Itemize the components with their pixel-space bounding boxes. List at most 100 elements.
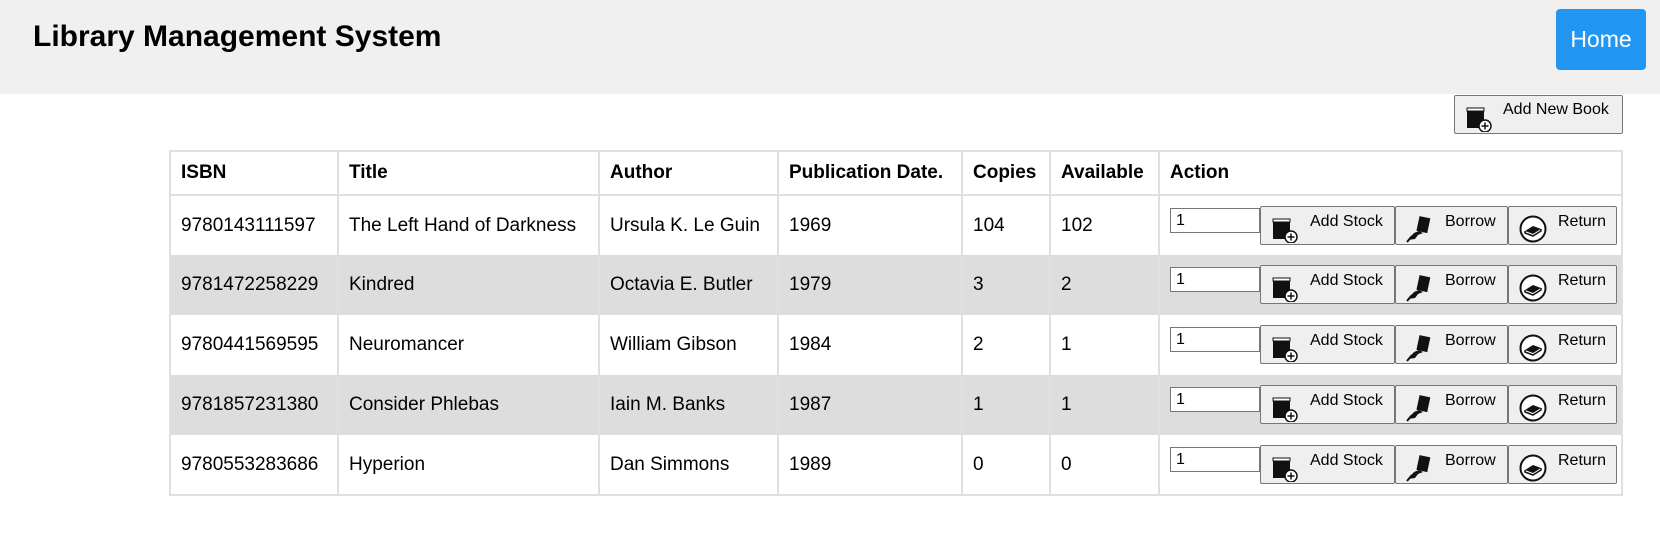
cell-available: 1 [1049,375,1160,435]
cell-action: Add Stock Borrow Return [1158,375,1623,435]
cell-author: Octavia E. Butler [598,255,779,315]
return-label: Return [1558,272,1607,289]
add-stock-label: Add Stock [1310,392,1383,409]
borrow-button[interactable]: Borrow [1395,325,1508,364]
add-stock-label: Add Stock [1310,332,1383,349]
cell-publication-date: 1979 [777,255,963,315]
cell-copies: 3 [961,255,1051,315]
cell-available: 1 [1049,315,1160,375]
cell-isbn: 9781472258229 [169,255,339,315]
add-stock-button[interactable]: Add Stock [1260,385,1395,424]
column-header-author: Author [598,151,779,196]
quantity-input[interactable] [1170,208,1260,233]
add-stock-button[interactable]: Add Stock [1260,445,1395,484]
table-row: 9780553283686 Hyperion Dan Simmons 1989 … [169,435,1623,495]
column-header-available: Available [1049,151,1160,196]
cell-title: Consider Phlebas [337,375,600,435]
add-new-book-label: Add New Book [1503,101,1609,118]
borrow-button[interactable]: Borrow [1395,445,1508,484]
quantity-input[interactable] [1170,387,1260,412]
book-plus-icon [1466,107,1492,132]
hand-book-icon [1406,275,1431,302]
add-new-book-button[interactable]: Add New Book [1454,95,1623,134]
quantity-input[interactable] [1170,267,1260,292]
home-button[interactable]: Home [1556,9,1646,70]
table-row: 9780143111597 The Left Hand of Darkness … [169,195,1623,255]
return-book-icon [1519,394,1547,422]
table-header-row: ISBN Title Author Publication Date. Copi… [169,151,1623,196]
cell-publication-date: 1989 [777,435,963,495]
cell-action: Add Stock Borrow Return [1158,255,1623,315]
hand-book-icon [1406,395,1431,422]
borrow-button[interactable]: Borrow [1395,206,1508,245]
table-row: 9781472258229 Kindred Octavia E. Butler … [169,255,1623,315]
cell-isbn: 9781857231380 [169,375,339,435]
hand-book-icon [1406,216,1431,243]
return-book-icon [1519,274,1547,302]
borrow-button[interactable]: Borrow [1395,265,1508,304]
cell-copies: 1 [961,375,1051,435]
return-book-icon [1519,215,1547,243]
cell-title: Neuromancer [337,315,600,375]
cell-copies: 0 [961,435,1051,495]
add-stock-label: Add Stock [1310,213,1383,230]
borrow-label: Borrow [1445,332,1496,349]
return-label: Return [1558,392,1607,409]
cell-author: Ursula K. Le Guin [598,195,779,255]
borrow-label: Borrow [1445,452,1496,469]
table-row: 9780441569595 Neuromancer William Gibson… [169,315,1623,375]
return-button[interactable]: Return [1508,206,1617,245]
column-header-copies: Copies [961,151,1051,196]
column-header-isbn: ISBN [169,151,339,196]
app-title: Library Management System [33,20,442,53]
return-button[interactable]: Return [1508,445,1617,484]
return-button[interactable]: Return [1508,325,1617,364]
cell-publication-date: 1969 [777,195,963,255]
cell-isbn: 9780553283686 [169,435,339,495]
return-label: Return [1558,452,1607,469]
app-header: Library Management System Home [0,0,1660,94]
cell-author: Iain M. Banks [598,375,779,435]
hand-book-icon [1406,335,1431,362]
cell-available: 2 [1049,255,1160,315]
quantity-input[interactable] [1170,447,1260,472]
table-row: 9781857231380 Consider Phlebas Iain M. B… [169,375,1623,435]
return-book-icon [1519,454,1547,482]
cell-copies: 104 [961,195,1051,255]
cell-available: 102 [1049,195,1160,255]
return-button[interactable]: Return [1508,265,1617,304]
cell-available: 0 [1049,435,1160,495]
add-stock-label: Add Stock [1310,272,1383,289]
cell-title: Hyperion [337,435,600,495]
borrow-label: Borrow [1445,272,1496,289]
return-label: Return [1558,332,1607,349]
cell-author: William Gibson [598,315,779,375]
borrow-label: Borrow [1445,392,1496,409]
return-button[interactable]: Return [1508,385,1617,424]
books-table: ISBN Title Author Publication Date. Copi… [169,150,1623,496]
cell-publication-date: 1987 [777,375,963,435]
add-stock-button[interactable]: Add Stock [1260,325,1395,364]
borrow-label: Borrow [1445,213,1496,230]
cell-copies: 2 [961,315,1051,375]
cell-action: Add Stock Borrow Return [1158,435,1623,495]
cell-title: The Left Hand of Darkness [337,195,600,255]
cell-isbn: 9780143111597 [169,195,339,255]
return-book-icon [1519,334,1547,362]
return-label: Return [1558,213,1607,230]
cell-isbn: 9780441569595 [169,315,339,375]
book-plus-icon [1272,397,1298,422]
cell-action: Add Stock Borrow Return [1158,315,1623,375]
hand-book-icon [1406,455,1431,482]
column-header-action: Action [1158,151,1623,196]
add-stock-button[interactable]: Add Stock [1260,265,1395,304]
add-stock-button[interactable]: Add Stock [1260,206,1395,245]
cell-publication-date: 1984 [777,315,963,375]
column-header-publication-date: Publication Date. [777,151,963,196]
book-plus-icon [1272,277,1298,302]
quantity-input[interactable] [1170,327,1260,352]
book-plus-icon [1272,218,1298,243]
cell-author: Dan Simmons [598,435,779,495]
borrow-button[interactable]: Borrow [1395,385,1508,424]
column-header-title: Title [337,151,600,196]
